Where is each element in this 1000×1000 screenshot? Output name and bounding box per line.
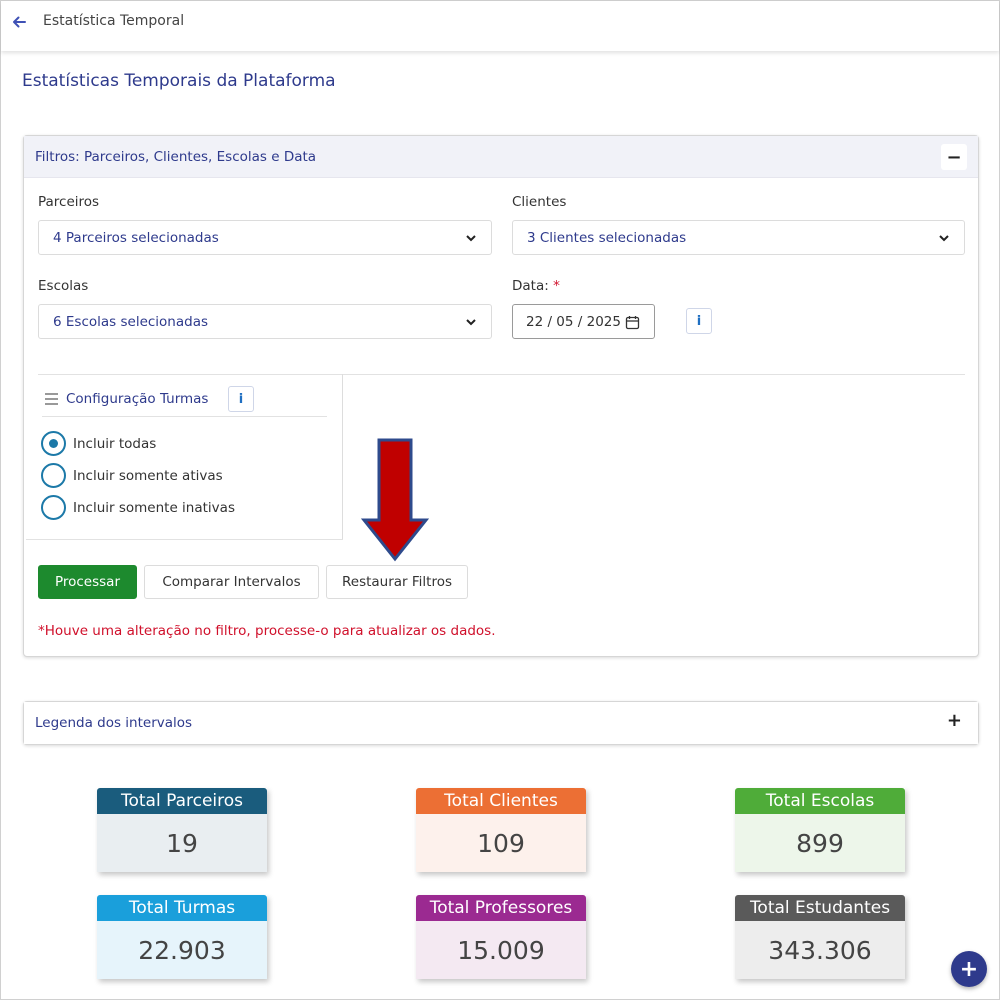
stat-total-escolas: Total Escolas 899 bbox=[735, 788, 905, 872]
stat-label: Total Escolas bbox=[735, 788, 905, 814]
stat-total-turmas: Total Turmas 22.903 bbox=[97, 895, 267, 979]
stat-label: Total Estudantes bbox=[735, 895, 905, 921]
turmas-info-button[interactable]: i bbox=[228, 386, 254, 412]
processar-button[interactable]: Processar bbox=[38, 565, 137, 599]
legend-header-title: Legenda dos intervalos bbox=[35, 715, 193, 731]
comparar-intervalos-button[interactable]: Comparar Intervalos bbox=[144, 565, 319, 599]
filters-card: Filtros: Parceiros, Clientes, Escolas e … bbox=[23, 135, 979, 657]
stat-value: 343.306 bbox=[735, 921, 905, 979]
escolas-label: Escolas bbox=[38, 278, 89, 294]
filter-changed-warning: *Houve uma alteração no filtro, processe… bbox=[38, 623, 496, 639]
required-mark: * bbox=[553, 278, 560, 294]
radio-label: Incluir somente ativas bbox=[73, 467, 223, 484]
escolas-select[interactable]: 6 Escolas selecionadas bbox=[38, 304, 492, 339]
parceiros-label: Parceiros bbox=[38, 194, 100, 210]
chevron-down-icon bbox=[939, 235, 949, 242]
stat-label: Total Clientes bbox=[416, 788, 586, 814]
radio-button[interactable] bbox=[41, 495, 66, 520]
data-label: Data: * bbox=[512, 278, 560, 294]
radio-incluir-todas[interactable]: Incluir todas bbox=[41, 431, 156, 456]
date-input[interactable]: 22 / 05 / 2025 bbox=[512, 304, 655, 339]
filters-divider bbox=[38, 374, 965, 375]
topbar-title: Estatística Temporal bbox=[43, 13, 185, 29]
radio-label: Incluir todas bbox=[73, 435, 157, 452]
stat-value: 899 bbox=[735, 814, 905, 872]
stat-value: 19 bbox=[97, 814, 267, 872]
restaurar-filtros-button[interactable]: Restaurar Filtros bbox=[326, 565, 468, 599]
clientes-select[interactable]: 3 Clientes selecionadas bbox=[512, 220, 965, 255]
calendar-icon[interactable] bbox=[625, 315, 640, 330]
filters-header-title: Filtros: Parceiros, Clientes, Escolas e … bbox=[35, 148, 317, 165]
down-arrow-annotation-icon bbox=[360, 438, 430, 562]
stat-value: 22.903 bbox=[97, 921, 267, 979]
stat-total-parceiros: Total Parceiros 19 bbox=[97, 788, 267, 872]
turmas-bottom-divider bbox=[26, 539, 343, 540]
chevron-down-icon bbox=[466, 319, 476, 326]
date-info-button[interactable]: i bbox=[686, 308, 712, 334]
legend-card: Legenda dos intervalos + bbox=[23, 701, 979, 745]
radio-incluir-ativas[interactable]: Incluir somente ativas bbox=[41, 463, 223, 488]
turmas-title-underline bbox=[42, 416, 327, 417]
stat-value: 15.009 bbox=[416, 921, 586, 979]
stat-value: 109 bbox=[416, 814, 586, 872]
filters-header[interactable]: Filtros: Parceiros, Clientes, Escolas e … bbox=[24, 136, 978, 178]
stat-label: Total Parceiros bbox=[97, 788, 267, 814]
turmas-config-title: Configuração Turmas bbox=[66, 391, 209, 407]
top-bar: Estatística Temporal bbox=[1, 1, 999, 51]
legend-header[interactable]: Legenda dos intervalos + bbox=[24, 702, 978, 744]
collapse-button[interactable]: − bbox=[941, 144, 967, 170]
stat-total-professores: Total Professores 15.009 bbox=[416, 895, 586, 979]
date-input-value: 22 / 05 / 2025 bbox=[526, 313, 621, 330]
radio-button[interactable] bbox=[41, 463, 66, 488]
turmas-vertical-divider bbox=[342, 374, 343, 540]
stat-total-clientes: Total Clientes 109 bbox=[416, 788, 586, 872]
radio-label: Incluir somente inativas bbox=[73, 499, 235, 516]
radio-button-selected[interactable] bbox=[41, 431, 66, 456]
back-arrow-icon[interactable] bbox=[10, 13, 28, 31]
stat-label: Total Turmas bbox=[97, 895, 267, 921]
data-label-text: Data: bbox=[512, 278, 549, 294]
parceiros-select[interactable]: 4 Parceiros selecionadas bbox=[38, 220, 492, 255]
radio-incluir-inativas[interactable]: Incluir somente inativas bbox=[41, 495, 235, 520]
expand-plus-icon[interactable]: + bbox=[947, 710, 962, 731]
page-title: Estatísticas Temporais da Plataforma bbox=[22, 71, 336, 91]
chevron-down-icon bbox=[466, 235, 476, 242]
clientes-label: Clientes bbox=[512, 194, 567, 210]
clientes-select-value: 3 Clientes selecionadas bbox=[527, 229, 687, 246]
floating-add-button[interactable]: + bbox=[951, 951, 987, 987]
stat-label: Total Professores bbox=[416, 895, 586, 921]
list-icon bbox=[45, 393, 58, 405]
stat-total-estudantes: Total Estudantes 343.306 bbox=[735, 895, 905, 979]
escolas-select-value: 6 Escolas selecionadas bbox=[53, 313, 209, 330]
parceiros-select-value: 4 Parceiros selecionadas bbox=[53, 229, 219, 246]
